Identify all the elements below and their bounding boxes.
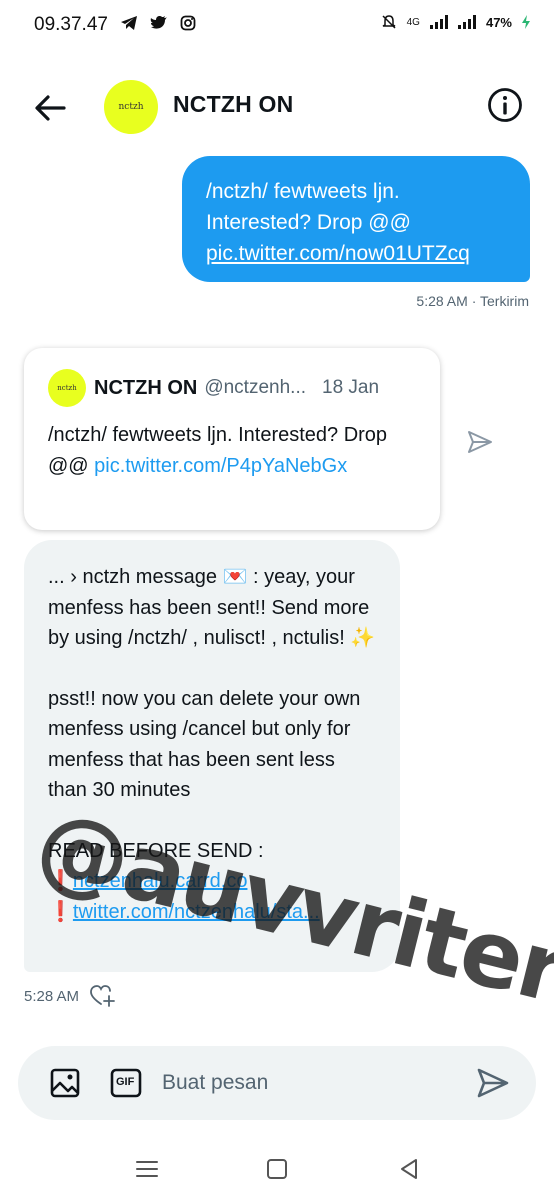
- instagram-icon: [180, 15, 196, 31]
- info-icon: [488, 88, 522, 122]
- message-paragraph: psst!! now you can delete your own menfe…: [48, 687, 366, 802]
- arrow-left-icon: [35, 95, 66, 121]
- recent-apps-button[interactable]: [132, 1154, 162, 1184]
- message-input[interactable]: [162, 1068, 462, 1098]
- conversation-title[interactable]: NCTZH ON: [173, 91, 293, 118]
- message-text: /nctzh/ fewtweets ljn.: [206, 180, 400, 203]
- received-message-bubble[interactable]: ... › nctzh message 💌 : yeay, your menfe…: [24, 540, 400, 972]
- telegram-icon: [121, 16, 137, 30]
- tweet-date: 18 Jan: [322, 377, 380, 398]
- tweet-avatar: nctzh: [48, 369, 86, 407]
- message-link[interactable]: pic.twitter.com/now01UTZcq: [206, 238, 506, 269]
- share-tweet-button[interactable]: [466, 428, 494, 456]
- signal-2-icon: [457, 15, 476, 29]
- charging-icon: [522, 15, 530, 29]
- share-icon: [468, 431, 492, 453]
- message-paragraph: READ BEFORE SEND :: [48, 839, 264, 862]
- add-gif-button[interactable]: GIF: [110, 1068, 142, 1098]
- tweet-text: /nctzh/ fewtweets ljn. Interested? Drop …: [48, 420, 416, 482]
- message-link[interactable]: nctzenhalu.carrd.co: [73, 870, 248, 892]
- message-text: Interested? Drop @@: [206, 211, 411, 234]
- quoted-tweet-card[interactable]: nctzh NCTZH ON @nctzenh... 18 Jan /nctzh…: [24, 348, 440, 530]
- add-reaction-icon[interactable]: [89, 984, 115, 1008]
- home-square-icon: [267, 1159, 287, 1179]
- back-button[interactable]: [30, 88, 70, 128]
- send-icon: [477, 1068, 509, 1098]
- tweet-avatar-text: nctzh: [57, 384, 77, 392]
- add-photo-button[interactable]: [48, 1066, 82, 1100]
- sent-message-meta: 5:28 AM · Terkirim: [416, 293, 529, 309]
- message-link[interactable]: twitter.com/nctzenhalu/sta...: [73, 901, 320, 923]
- conversation-header: nctzh NCTZH ON: [0, 60, 554, 150]
- tweet-author-name: NCTZH ON: [94, 376, 198, 399]
- status-time: 09.37.47: [34, 14, 108, 35]
- exclamation-icon: ❗: [48, 900, 73, 923]
- sent-message-bubble[interactable]: /nctzh/ fewtweets ljn. Interested? Drop …: [182, 156, 530, 282]
- message-time: 5:28 AM: [24, 987, 80, 1005]
- gif-label: GIF: [116, 1076, 135, 1088]
- home-button[interactable]: [262, 1154, 292, 1184]
- message-paragraph: ... › nctzh message 💌 : yeay, your menfe…: [48, 566, 376, 649]
- send-button[interactable]: [476, 1066, 510, 1100]
- system-nav-bar: [0, 1140, 554, 1200]
- twitter-icon: [150, 16, 167, 29]
- exclamation-icon: ❗: [48, 870, 73, 892]
- status-bar: 09.37.47 4G 47%: [0, 0, 554, 48]
- signal-icon: [429, 15, 448, 29]
- back-nav-button[interactable]: [394, 1154, 424, 1184]
- message-status: Terkirim: [480, 293, 529, 309]
- tweet-link[interactable]: pic.twitter.com/P4pYaNebGx: [94, 455, 347, 477]
- message-time: 5:28 AM: [416, 293, 468, 309]
- avatar[interactable]: nctzh: [104, 80, 158, 134]
- info-button[interactable]: [486, 86, 524, 124]
- network-type: 4G: [406, 16, 420, 28]
- battery-level: 47%: [485, 14, 512, 30]
- menu-icon: [136, 1161, 158, 1177]
- tweet-author-handle: @nctzenh...: [204, 377, 306, 398]
- received-message-meta: 5:28 AM: [24, 984, 115, 1008]
- message-composer: GIF: [18, 1046, 536, 1120]
- back-triangle-icon: [401, 1159, 417, 1179]
- mute-bell-icon: [382, 15, 396, 29]
- image-icon: [50, 1068, 80, 1098]
- avatar-text: nctzh: [118, 102, 144, 112]
